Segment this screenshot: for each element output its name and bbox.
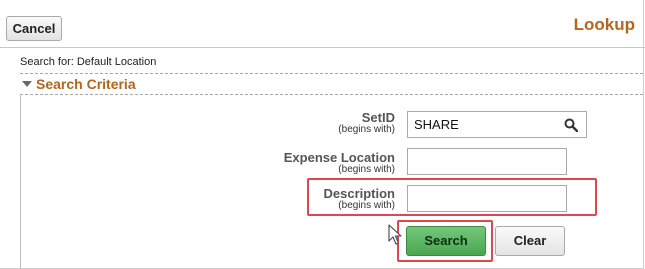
search-criteria-section[interactable]: Search Criteria: [20, 73, 643, 95]
clear-button[interactable]: Clear: [495, 226, 565, 256]
triangle-down-icon[interactable]: [22, 81, 32, 87]
lookup-header: Cancel Lookup: [0, 0, 643, 44]
setid-hint: (begins with): [338, 124, 395, 135]
setid-label: SetID (begins with): [338, 111, 395, 135]
description-label-text: Description: [323, 186, 395, 201]
description-label: Description (begins with): [323, 187, 395, 211]
page-title: Lookup: [573, 15, 635, 34]
section-left-border: [20, 94, 21, 269]
setid-label-text: SetID: [361, 110, 395, 125]
description-input[interactable]: [407, 185, 567, 212]
mouse-cursor-icon: [388, 224, 402, 245]
header-divider: [0, 47, 645, 48]
expense-location-hint: (begins with): [338, 164, 395, 175]
description-hint: (begins with): [338, 200, 395, 211]
magnifier-icon[interactable]: [564, 118, 578, 132]
search-button[interactable]: Search: [406, 226, 486, 256]
expense-location-label-text: Expense Location: [283, 150, 395, 165]
setid-input[interactable]: SHARE: [407, 111, 587, 138]
search-for-text: Search for: Default Location: [20, 56, 157, 68]
search-criteria-label[interactable]: Search Criteria: [36, 76, 136, 92]
expense-location-label: Expense Location (begins with): [284, 151, 395, 175]
cancel-button[interactable]: Cancel: [6, 16, 62, 41]
expense-location-input[interactable]: [407, 148, 567, 175]
setid-value: SHARE: [414, 117, 459, 132]
